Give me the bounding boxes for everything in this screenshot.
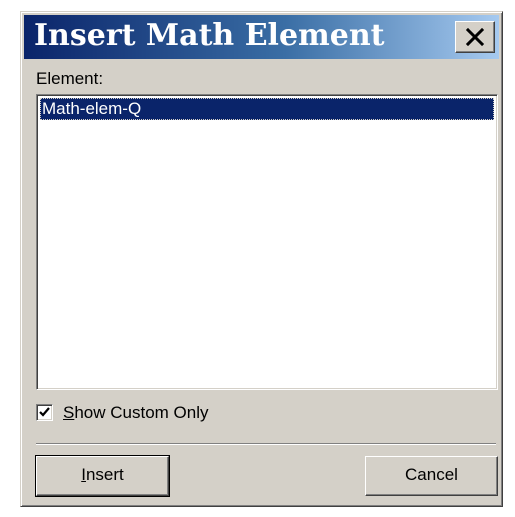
insert-math-element-dialog: Insert Math Element Element: Math-elem-Q… <box>20 11 503 507</box>
close-x-icon <box>466 28 484 46</box>
cancel-button[interactable]: Cancel <box>365 456 498 496</box>
title-bar[interactable]: Insert Math Element <box>24 15 499 59</box>
separator <box>36 443 496 445</box>
show-custom-only-label[interactable]: Show Custom Only <box>63 403 209 423</box>
insert-button[interactable]: Insert <box>35 455 170 497</box>
element-listbox[interactable]: Math-elem-Q <box>36 94 498 390</box>
show-custom-only-label-text: how Custom Only <box>74 403 209 422</box>
show-custom-only-mnemonic: S <box>63 403 75 422</box>
close-button[interactable] <box>455 21 495 53</box>
element-label: Element: <box>36 69 104 88</box>
checkmark-icon <box>39 407 50 417</box>
dialog-title: Insert Math Element <box>34 18 385 53</box>
show-custom-only-checkbox[interactable] <box>36 404 53 421</box>
insert-label: nsert <box>85 465 124 484</box>
list-item[interactable]: Math-elem-Q <box>40 98 494 120</box>
